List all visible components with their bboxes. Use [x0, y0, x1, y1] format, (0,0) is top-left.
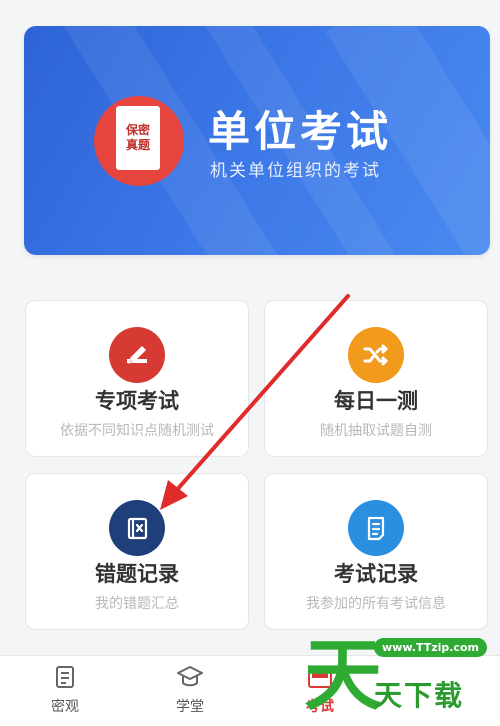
tab-miguan[interactable]: 密观: [25, 664, 105, 716]
tab-label: 学堂: [176, 699, 204, 715]
tab-label: 密观: [51, 699, 79, 715]
svg-text:天: 天: [304, 631, 380, 720]
graduation-cap-icon: [176, 666, 204, 694]
site-watermark: 天 www.TTzip.com 天下载: [300, 620, 500, 725]
watermark-url: www.TTzip.com: [374, 638, 487, 657]
watermark-logo-icon: 天: [304, 631, 380, 720]
news-icon: [52, 666, 78, 694]
tab-xuetang[interactable]: 学堂: [150, 664, 230, 716]
annotation-arrow-icon: [160, 294, 350, 510]
watermark-text: 天下载: [374, 679, 465, 712]
